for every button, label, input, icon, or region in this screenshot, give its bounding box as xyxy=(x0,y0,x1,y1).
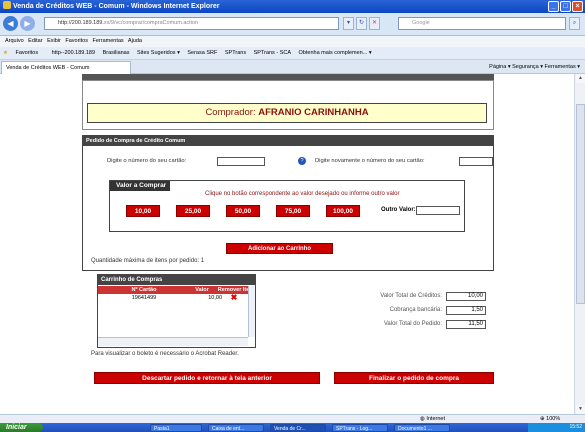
system-tray: 15:52 xyxy=(528,423,585,432)
favorites-bar: ★ Favoritos http--200.189.189 Brasiliana… xyxy=(0,47,585,60)
clock: 15:52 xyxy=(569,424,582,430)
value-heading: Valor a Comprar xyxy=(110,181,170,191)
col-card: Nº Cartão xyxy=(131,287,157,293)
fav-link-4[interactable]: Serasa SRF xyxy=(187,50,217,56)
zoom-value: 100% xyxy=(546,416,561,422)
order-total-label: Valor Total do Pedido: xyxy=(383,321,442,327)
star-icon: ★ xyxy=(3,50,8,56)
cart-header-row: Nº Cartão Valor Remover Item xyxy=(98,286,254,294)
task-caixa[interactable]: Caixa de ent... xyxy=(208,424,264,432)
tab-current[interactable]: Venda de Créditos WEB - Comum xyxy=(1,61,131,74)
url-host: http://200.189.189. xyxy=(58,20,104,26)
browser-window: Venda de Créditos WEB - Comum - Windows … xyxy=(0,0,585,432)
task-venda[interactable]: Venda de Cr... xyxy=(270,424,326,432)
command-bar[interactable]: Página ▾ Segurança ▾ Ferramentas ▾ xyxy=(489,60,580,74)
buyer-panel: Comprador: AFRANIO CARINHANHA xyxy=(82,80,494,130)
favorites-label: Favoritos xyxy=(15,50,39,56)
order-panel: Pedido de Compra de Crédito Comum Digite… xyxy=(82,135,494,271)
value-instruction: Clique no botão correspondente ao valor … xyxy=(205,191,400,197)
card-confirm-label: Digite novamente o número do seu cartão: xyxy=(315,158,425,164)
fav-link-7[interactable]: Obtenha mais complemen... ▾ xyxy=(299,50,372,56)
buyer-box: Comprador: AFRANIO CARINHANHA xyxy=(87,103,487,123)
search-input[interactable]: Google xyxy=(398,17,566,30)
page-scrollbar[interactable]: ▲ ▼ xyxy=(574,74,585,414)
title-bar: Venda de Créditos WEB - Comum - Windows … xyxy=(0,0,585,13)
value-button-50[interactable]: 50,00 xyxy=(226,205,260,217)
refresh-icon[interactable]: ↻ xyxy=(356,17,367,30)
value-panel: Valor a Comprar Clique no botão correspo… xyxy=(109,180,465,232)
buyer-label: Comprador: xyxy=(205,107,256,118)
url-path: xx/9/vc/comprar/compraComum.action xyxy=(103,20,199,26)
start-button[interactable]: Iniciar xyxy=(0,423,43,432)
stop-icon[interactable]: ✕ xyxy=(369,17,380,30)
task-documento[interactable]: Documento1 ... xyxy=(394,424,450,432)
zone-label: Internet xyxy=(426,416,445,422)
cart-vertical-scrollbar[interactable] xyxy=(248,286,255,337)
menu-bar[interactable]: Arquivo Editar Exibir Favoritos Ferramen… xyxy=(0,36,585,47)
max-items-text: Quantidade máxima de itens por pedido: 1 xyxy=(91,258,205,264)
cart-row: 19641499 10,00 ✖ xyxy=(98,294,248,302)
finish-order-button[interactable]: Finalizar o pedido de compra xyxy=(334,372,494,384)
minimize-button[interactable]: _ xyxy=(548,1,559,12)
dropdown-arrow-icon[interactable]: ▾ xyxy=(343,17,354,30)
task-pasta1[interactable]: Pasta1 xyxy=(150,424,202,432)
scroll-thumb[interactable] xyxy=(576,104,585,304)
total-credits-value: 10,00 xyxy=(446,292,486,301)
status-bar: ◍ Internet ⊕ 100% xyxy=(0,414,585,423)
window-title: Venda de Créditos WEB - Comum - Windows … xyxy=(13,3,220,10)
card-confirm-input[interactable] xyxy=(459,157,493,166)
ie-icon xyxy=(3,1,11,9)
scroll-down-icon[interactable]: ▼ xyxy=(576,405,585,414)
order-heading: Pedido de Compra de Crédito Comum xyxy=(83,136,493,146)
total-credits-label: Valor Total de Créditos: xyxy=(380,293,442,299)
fav-link-6[interactable]: SPTrans - SCA xyxy=(254,50,291,56)
fav-link-5[interactable]: SPTrans xyxy=(225,50,246,56)
value-button-25[interactable]: 25,00 xyxy=(176,205,210,217)
address-toolbar: ◀ ▶ http://200.189.189.xx/9/vc/comprar/c… xyxy=(0,13,585,36)
value-button-10[interactable]: 10,00 xyxy=(126,205,160,217)
taskbar: Iniciar Pasta1 Caixa de ent... Venda de … xyxy=(0,423,585,432)
favorites-button[interactable]: ★ Favoritos xyxy=(3,50,44,56)
forward-button[interactable]: ▶ xyxy=(20,16,35,31)
fav-link-1[interactable]: http--200.189.189 xyxy=(52,50,95,56)
task-sptrans[interactable]: SPTrans - Log... xyxy=(332,424,388,432)
fav-link-3[interactable]: Sites Sugeridos ▾ xyxy=(137,50,180,56)
add-to-cart-button[interactable]: Adicionar ao Carrinho xyxy=(226,243,333,254)
buyer-name: AFRANIO CARINHANHA xyxy=(258,107,369,118)
zoom-level[interactable]: ⊕ 100% xyxy=(540,415,560,423)
order-total-value: 11,50 xyxy=(446,320,486,329)
value-button-100[interactable]: 100,00 xyxy=(326,205,360,217)
card-number-input[interactable] xyxy=(217,157,265,166)
cart-panel: Carrinho de Compras Nº Cartão Valor Remo… xyxy=(97,274,256,348)
help-icon[interactable]: ? xyxy=(298,157,306,165)
cart-heading: Carrinho de Compras xyxy=(98,275,255,285)
cart-card-number: 19641499 xyxy=(131,295,157,301)
page-content: Comprador: AFRANIO CARINHANHA Pedido de … xyxy=(0,74,574,414)
discard-order-button[interactable]: Descartar pedido e retornar à tela anter… xyxy=(94,372,320,384)
maximize-button[interactable]: □ xyxy=(560,1,571,12)
back-button[interactable]: ◀ xyxy=(3,16,18,31)
bank-fee-label: Cobrança bancária: xyxy=(389,307,442,313)
other-value-label: Outro Valor: xyxy=(381,207,416,213)
cart-horizontal-scrollbar[interactable] xyxy=(98,337,248,346)
close-button[interactable]: × xyxy=(572,1,583,12)
tab-bar: Venda de Créditos WEB - Comum Página ▾ S… xyxy=(0,60,585,74)
fav-link-2[interactable]: Brasilianas xyxy=(103,50,130,56)
action-buttons: Descartar pedido e retornar à tela anter… xyxy=(94,372,494,384)
value-button-75[interactable]: 75,00 xyxy=(276,205,310,217)
other-value-input[interactable] xyxy=(416,206,460,215)
search-icon[interactable]: ⌕ xyxy=(569,17,580,30)
internet-zone: ◍ Internet xyxy=(420,416,445,422)
address-input[interactable]: http://200.189.189.xx/9/vc/comprar/compr… xyxy=(44,17,339,30)
bank-fee-value: 1,50 xyxy=(446,306,486,315)
scroll-up-icon[interactable]: ▲ xyxy=(576,74,585,83)
card-label: Digite o número do seu cartão: xyxy=(107,158,187,164)
acrobat-note: Para visualizar o boleto é necessário o … xyxy=(91,351,239,357)
